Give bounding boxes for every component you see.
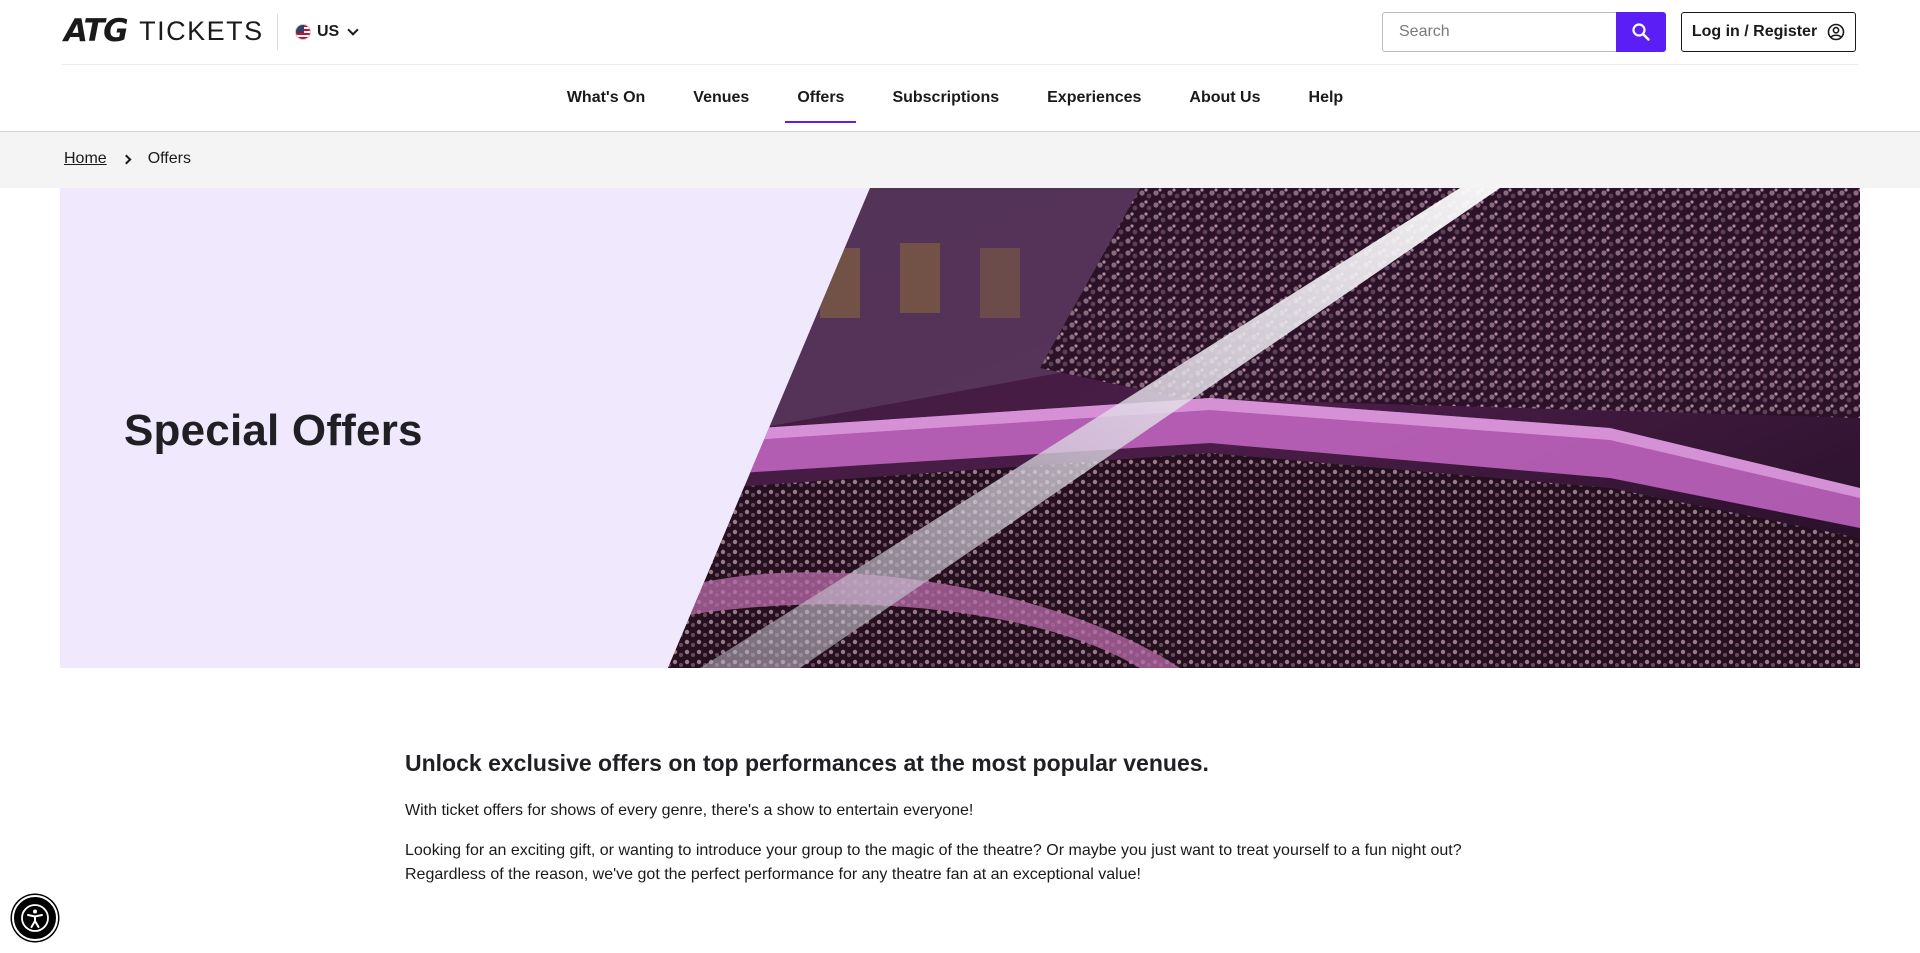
header-divider [277,14,278,50]
search-icon [1632,23,1650,41]
search-input[interactable] [1382,12,1616,52]
nav-item-offers[interactable]: Offers [773,65,868,131]
nav-item-subscriptions[interactable]: Subscriptions [868,65,1023,131]
user-circle-icon [1827,23,1845,41]
hero-banner: Special Offers [60,188,1860,668]
intro-heading: Unlock exclusive offers on top performan… [405,750,1209,776]
breadcrumb-current: Offers [147,150,191,167]
accessibility-button[interactable] [12,895,58,941]
breadcrumb-bar: Home Offers [0,132,1920,188]
logo-mark: ATG [64,13,129,49]
intro-paragraph-2: Looking for an exciting gift, or wanting… [405,839,1555,887]
page-title: Special Offers [124,406,423,455]
nav-item-about-us[interactable]: About Us [1165,65,1284,131]
nav-item-venues[interactable]: Venues [669,65,773,131]
intro-paragraph-1: With ticket offers for shows of every ge… [405,802,974,819]
locale-label: US [317,23,340,40]
nav-item-help[interactable]: Help [1285,65,1368,131]
nav-item-experiences[interactable]: Experiences [1023,65,1165,131]
breadcrumb-home-link[interactable]: Home [64,150,107,168]
chevron-right-icon [121,154,132,164]
intro-paragraph-2-line-2: Regardless of the reason, we've got the … [405,866,1141,883]
nav-item-whats-on[interactable]: What's On [543,65,669,131]
logo-text: TICKETS [139,15,264,46]
login-register-button[interactable]: Log in / Register [1681,12,1856,52]
search-button[interactable] [1616,12,1666,52]
accessibility-icon [21,904,49,932]
search-form [1382,12,1666,52]
breadcrumb: Home Offers [64,150,191,168]
main-nav: What's On Venues Offers Subscriptions Ex… [0,65,1920,131]
chevron-down-icon [347,24,359,36]
login-register-label: Log in / Register [1691,23,1818,40]
us-flag-icon [295,24,311,40]
intro-paragraph-2-line-1: Looking for an exciting gift, or wanting… [405,842,1462,859]
locale-selector[interactable]: US [295,20,359,44]
intro-section: Unlock exclusive offers on top performan… [405,750,1555,903]
atg-tickets-logo[interactable]: ATG TICKETS [64,13,264,49]
site-header: ATG TICKETS US Log in / Register [0,0,1920,64]
